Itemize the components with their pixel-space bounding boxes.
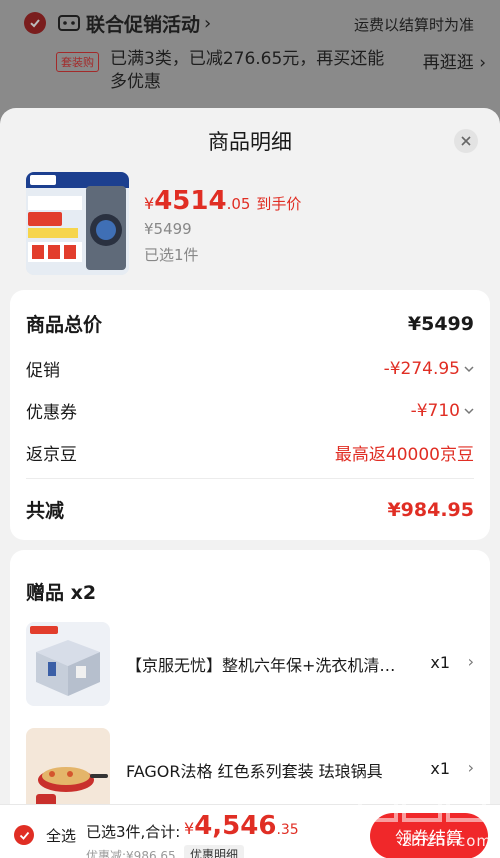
coupon-value-wrap[interactable]: -¥710 bbox=[411, 401, 474, 421]
total-price: ¥4,546.35 bbox=[184, 811, 299, 841]
promo-title[interactable]: 联合促销活动 bbox=[86, 10, 200, 37]
gift-title: 赠品 x2 bbox=[26, 582, 97, 604]
chevron-right-icon[interactable]: › bbox=[468, 652, 474, 671]
browse-more-link[interactable]: 再逛逛 › bbox=[423, 48, 486, 73]
close-icon[interactable] bbox=[454, 129, 478, 153]
reduce-value: ¥984.95 bbox=[387, 498, 474, 521]
final-price: ¥4514.05 到手价 bbox=[144, 186, 302, 216]
promo-bundle-icon bbox=[58, 14, 80, 32]
promo-chevron-icon[interactable]: › bbox=[204, 13, 211, 34]
service-gift-image[interactable] bbox=[26, 622, 110, 706]
summary-bean-row: 返京豆 最高返40000京豆 bbox=[26, 440, 474, 465]
bean-value: 最高返40000京豆 bbox=[334, 445, 474, 465]
gift-qty: x1 bbox=[430, 653, 450, 672]
watermark-text: zhizhi.com bbox=[402, 832, 492, 850]
cookware-gift-image[interactable] bbox=[26, 728, 110, 812]
promo-label: 促销 bbox=[26, 361, 60, 381]
original-price: ¥5499 bbox=[144, 220, 192, 238]
washing-machine-image[interactable] bbox=[26, 172, 129, 275]
total-label: 商品总价 bbox=[26, 314, 103, 336]
detail-sheet: 商品明细 ¥4514.05 到手价 ¥5499 已选1件 商品总价 ¥5499 … bbox=[0, 108, 500, 858]
chevron-down-icon[interactable] bbox=[464, 406, 474, 416]
bundle-tag-text: 已满3类，已减276.65元，再买还能多优惠 bbox=[110, 49, 385, 92]
summary-divider bbox=[26, 478, 474, 479]
coupon-label: 优惠券 bbox=[26, 403, 77, 423]
bean-label: 返京豆 bbox=[26, 445, 77, 465]
promo-value: -¥274.95 bbox=[383, 358, 460, 379]
price-summary-card: 商品总价 ¥5499 促销 -¥274.95 优惠券 -¥710 返京豆 最高返… bbox=[10, 290, 490, 540]
selection-summary: 已选3件,合计: bbox=[86, 823, 181, 841]
sheet-header: 商品明细 bbox=[0, 108, 500, 172]
promo-value-wrap[interactable]: -¥274.95 bbox=[384, 359, 474, 379]
summary-reduce-row: 共减 ¥984.95 bbox=[26, 496, 474, 523]
reduce-label: 共减 bbox=[26, 500, 65, 522]
promo-row: 联合促销活动 › 运费以结算时为准 bbox=[0, 6, 500, 40]
total-value: ¥5499 bbox=[407, 312, 474, 335]
gift-item[interactable]: 【京服无忧】整机六年保+洗衣机清洗服务 x1 › bbox=[26, 622, 474, 708]
product-summary: ¥4514.05 到手价 bbox=[26, 172, 486, 282]
discount-total: 优惠减:¥986.65 bbox=[86, 849, 176, 858]
discount-detail-button[interactable]: 优惠明细 bbox=[184, 845, 245, 858]
select-all-label[interactable]: 全选 bbox=[46, 825, 76, 846]
sheet-title: 商品明细 bbox=[208, 130, 292, 154]
promo-tag-row: 套装购 已满3类，已减276.65元，再买还能多优惠 再逛逛 › bbox=[56, 48, 486, 92]
summary-total-row: 商品总价 ¥5499 bbox=[26, 310, 474, 337]
selected-check-icon[interactable] bbox=[24, 12, 46, 34]
gift-name: 【京服无忧】整机六年保+洗衣机清洗服务 bbox=[126, 656, 401, 675]
selected-count: 已选1件 bbox=[144, 246, 199, 264]
bundle-tag: 套装购 bbox=[56, 52, 99, 72]
shipping-note: 运费以结算时为准 bbox=[353, 16, 474, 34]
chevron-down-icon[interactable] bbox=[464, 364, 474, 374]
summary-coupon-row[interactable]: 优惠券 -¥710 bbox=[26, 398, 474, 423]
select-all-check-icon[interactable] bbox=[14, 825, 34, 845]
summary-promo-row[interactable]: 促销 -¥274.95 bbox=[26, 356, 474, 381]
coupon-value: -¥710 bbox=[410, 400, 460, 421]
